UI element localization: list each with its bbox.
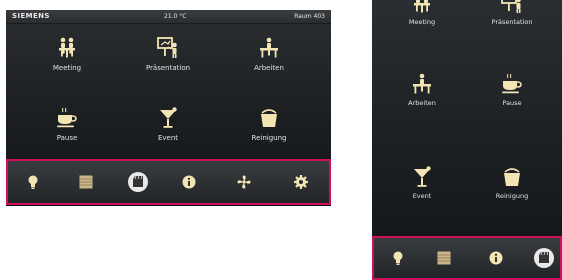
scene-cleaning-button[interactable]: Reinigung [223,106,315,154]
lightbulb-icon[interactable] [390,250,406,266]
desk-icon [410,72,434,96]
scene-event-button[interactable]: Event [122,106,214,154]
scene-label: Reinigung [495,192,529,200]
scene-label: Event [412,192,432,200]
scene-label: Präsentation [145,64,191,72]
scene-break-button[interactable]: Pause [467,72,557,116]
meeting-icon [410,0,434,15]
scene-cleaning-button[interactable]: Reinigung [467,165,557,209]
scene-label: Reinigung [251,134,287,142]
meeting-icon [55,36,79,60]
scene-meeting-button[interactable]: Meeting [377,0,467,35]
status-bar: SIEMENS 21.0 °C Raum 403 [6,10,331,24]
scene-break-button[interactable]: Pause [21,106,113,154]
scenes-icon[interactable] [534,248,554,268]
scenes-icon[interactable] [128,172,148,192]
scene-label: Meeting [408,18,436,26]
scene-label: Pause [502,99,522,107]
scene-label: Meeting [52,64,82,72]
scene-label: Arbeiten [254,64,284,72]
scene-presentation-button[interactable]: Präsentation [467,0,557,35]
brand-logo: SIEMENS [12,12,50,20]
scene-label: Pause [56,134,78,142]
info-icon[interactable] [488,250,504,266]
scene-meeting-button[interactable]: Meeting [21,36,113,84]
scene-label: Präsentation [491,18,533,26]
info-icon[interactable] [181,174,197,190]
temperature-readout: 21.0 °C [164,13,187,20]
lightbulb-icon[interactable] [25,174,41,190]
room-name: Raum 403 [294,13,325,20]
bucket-icon [500,165,524,189]
desk-icon [257,36,281,60]
blinds-icon[interactable] [436,250,452,266]
presentation-icon [500,0,524,15]
scene-work-button[interactable]: Arbeiten [223,36,315,84]
scene-label: Event [157,134,179,142]
settings-gear-icon[interactable] [293,174,309,190]
scene-presentation-button[interactable]: Präsentation [122,36,214,84]
portrait-toolbar [372,236,562,280]
cocktail-glass-icon [156,106,180,130]
coffee-cup-icon [500,72,524,96]
landscape-toolbar [6,159,331,205]
presentation-icon [156,36,180,60]
scene-work-button[interactable]: Arbeiten [377,72,467,116]
bucket-icon [257,106,281,130]
blinds-icon[interactable] [78,174,94,190]
scene-event-button[interactable]: Event [377,165,467,209]
cocktail-glass-icon [410,165,434,189]
coffee-cup-icon [55,106,79,130]
scene-label: Arbeiten [408,99,436,107]
fan-icon[interactable] [236,174,252,190]
